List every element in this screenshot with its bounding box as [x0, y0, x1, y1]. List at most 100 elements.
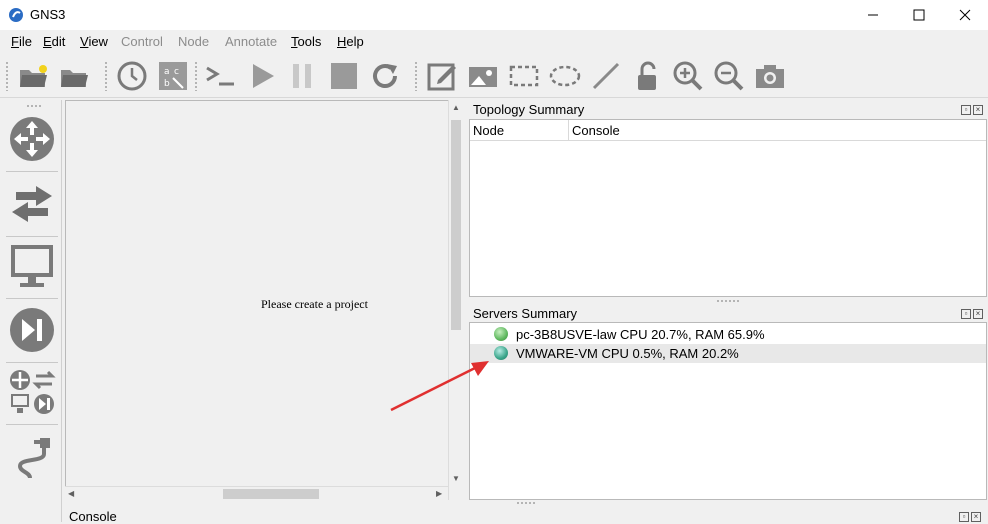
snapshot-button[interactable] [116, 60, 148, 92]
terminal-icon [206, 66, 234, 86]
draw-rectangle-button[interactable] [508, 60, 540, 92]
maximize-button[interactable] [896, 0, 942, 30]
window-title: GNS3 [30, 7, 66, 22]
list-item[interactable]: VMWARE-VM CPU 0.5%, RAM 20.2% [470, 344, 986, 363]
start-all-button[interactable] [246, 60, 278, 92]
svg-text:c: c [174, 67, 179, 77]
menu-node[interactable]: Node [178, 34, 209, 49]
close-button[interactable] [942, 0, 988, 30]
float-dock-icon[interactable]: ▫ [959, 512, 969, 522]
cable-icon [17, 438, 50, 479]
column-separator [568, 120, 569, 141]
scroll-right-arrow-icon[interactable]: ▶ [436, 489, 442, 498]
show-interface-labels-button[interactable]: a c b [157, 60, 189, 92]
reload-all-button[interactable] [369, 60, 401, 92]
stop-icon [331, 63, 357, 89]
all-devices-icon [10, 370, 56, 414]
all-devices-category-button[interactable] [8, 368, 56, 416]
canvas-vertical-scrollbar[interactable]: ▲ ▼ [448, 100, 463, 500]
pause-icon [293, 64, 311, 88]
servers-summary-dock-buttons: ▫ × [961, 309, 983, 319]
monitor-icon [11, 245, 53, 287]
edit-note-icon [427, 63, 456, 91]
menu-view[interactable]: View [80, 34, 108, 49]
close-dock-icon[interactable]: × [973, 105, 983, 115]
dock-splitter-grip[interactable] [716, 299, 740, 303]
lock-items-button[interactable] [631, 60, 663, 92]
close-dock-icon[interactable]: × [973, 309, 983, 319]
insert-picture-button[interactable] [467, 60, 499, 92]
draw-ellipse-button[interactable] [549, 60, 581, 92]
new-project-button[interactable] [17, 60, 49, 92]
canvas-vertical-scroll-thumb[interactable] [451, 120, 461, 330]
topology-summary-title: Topology Summary [473, 102, 585, 117]
rectangle-icon [509, 65, 539, 87]
list-item[interactable]: pc-3B8USVE-law CPU 20.7%, RAM 65.9% [470, 325, 986, 344]
stop-all-button[interactable] [328, 60, 360, 92]
toolbar-grip [5, 61, 9, 91]
menu-bar: File Edit View Control Node Annotate Too… [0, 30, 988, 54]
draw-line-button[interactable] [590, 60, 622, 92]
open-project-button[interactable] [58, 60, 90, 92]
device-separator [6, 236, 58, 237]
canvas-horizontal-scroll-thumb[interactable] [223, 489, 319, 499]
switches-category-button[interactable] [8, 180, 56, 228]
zoom-in-icon [673, 61, 703, 91]
camera-icon [756, 65, 784, 88]
menu-edit[interactable]: Edit [43, 34, 65, 49]
add-note-button[interactable] [426, 60, 458, 92]
title-bar: GNS3 [0, 0, 988, 30]
minimize-button[interactable] [850, 0, 896, 30]
scroll-up-arrow-icon[interactable]: ▲ [452, 103, 460, 112]
menu-control[interactable]: Control [121, 34, 163, 49]
devices-toolbar [0, 100, 62, 522]
security-device-icon [10, 308, 54, 352]
dock-splitter-grip[interactable] [516, 501, 536, 505]
open-folder-icon [61, 70, 88, 87]
float-dock-icon[interactable]: ▫ [961, 105, 971, 115]
add-link-button[interactable] [8, 432, 56, 480]
server-label: VMWARE-VM CPU 0.5%, RAM 20.2% [516, 346, 739, 361]
svg-text:a: a [164, 67, 170, 77]
servers-summary-title: Servers Summary [473, 306, 578, 321]
line-icon [592, 62, 620, 90]
annotation-arrow-icon [390, 361, 489, 412]
topology-canvas[interactable]: Please create a project [65, 100, 463, 500]
column-header-console[interactable]: Console [572, 123, 620, 138]
scroll-left-arrow-icon[interactable]: ◀ [68, 489, 74, 498]
gns3-logo-icon [9, 8, 23, 22]
menu-tools[interactable]: Tools [291, 34, 321, 49]
toolbar-grip [104, 61, 108, 91]
screenshot-button[interactable] [754, 60, 786, 92]
menu-annotate[interactable]: Annotate [225, 34, 277, 49]
column-header-node[interactable]: Node [473, 123, 504, 138]
zoom-out-icon [714, 61, 744, 91]
main-toolbar: a c b [0, 54, 988, 98]
close-dock-icon[interactable]: × [971, 512, 981, 522]
router-icon [10, 117, 54, 161]
device-separator [6, 171, 58, 172]
device-separator [6, 298, 58, 299]
routers-category-button[interactable] [8, 115, 56, 163]
zoom-in-button[interactable] [672, 60, 704, 92]
menu-file[interactable]: File [11, 34, 32, 49]
server-label: pc-3B8USVE-law CPU 20.7%, RAM 65.9% [516, 327, 765, 342]
server-status-icon [494, 346, 508, 360]
reload-icon [373, 64, 397, 88]
scroll-down-arrow-icon[interactable]: ▼ [452, 474, 460, 483]
interface-labels-icon: a c b [159, 62, 187, 90]
devices-toolbar-grip [26, 104, 42, 108]
servers-summary-list: pc-3B8USVE-law CPU 20.7%, RAM 65.9% VMWA… [469, 322, 987, 500]
server-status-icon [494, 327, 508, 341]
end-devices-category-button[interactable] [8, 242, 56, 290]
float-dock-icon[interactable]: ▫ [961, 309, 971, 319]
topology-summary-dock-buttons: ▫ × [961, 105, 983, 115]
zoom-out-button[interactable] [713, 60, 745, 92]
security-devices-category-button[interactable] [8, 306, 56, 354]
suspend-all-button[interactable] [287, 60, 319, 92]
ellipse-icon [549, 65, 581, 87]
console-all-button[interactable] [204, 60, 236, 92]
menu-help[interactable]: Help [337, 34, 364, 49]
canvas-horizontal-scrollbar[interactable]: ◀ ▶ [65, 486, 448, 500]
play-icon [253, 64, 274, 88]
